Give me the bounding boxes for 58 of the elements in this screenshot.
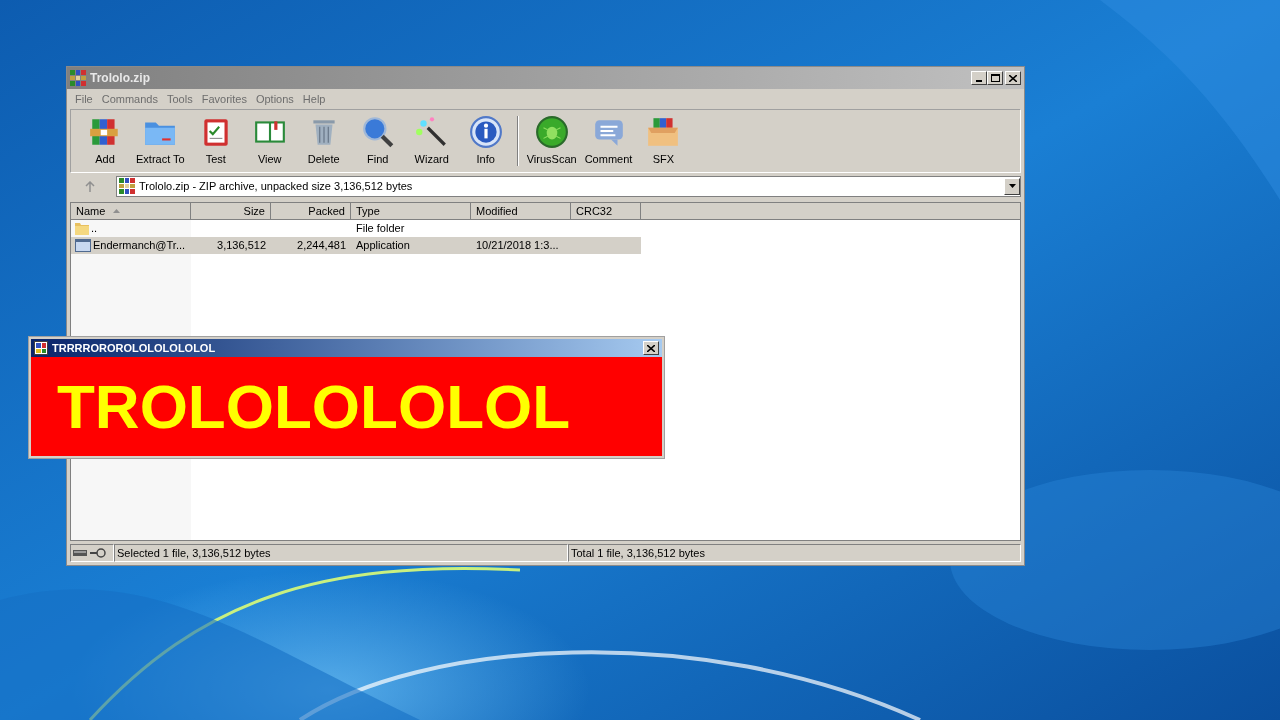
table-cell-text: 3,136,512 xyxy=(217,238,266,254)
folder-icon xyxy=(75,222,89,235)
toolbar-button[interactable]: View xyxy=(243,113,296,169)
message-text: TROLOLOLOLOL xyxy=(57,375,571,438)
table-cell-text: Application xyxy=(356,238,410,254)
toolbar-button[interactable]: Comment xyxy=(581,113,636,169)
maximize-button[interactable] xyxy=(987,71,1003,85)
close-icon xyxy=(1009,74,1017,82)
app-icon xyxy=(70,70,86,86)
window-title: Trololo.zip xyxy=(90,70,150,87)
column-header[interactable]: Type xyxy=(351,203,471,220)
window-title: TRRRROROROLOLOLOLOLOL xyxy=(52,340,216,356)
bug-icon xyxy=(534,115,569,149)
table-cell-text: 2,244,481 xyxy=(297,238,346,254)
column-header[interactable]: Name xyxy=(71,203,191,220)
toolbar-button[interactable]: VirusScan xyxy=(523,113,580,169)
application-icon xyxy=(75,239,91,252)
table-cell-text: .. xyxy=(91,221,98,237)
drive-icon xyxy=(73,550,87,556)
toolbar-button[interactable]: Info xyxy=(459,113,512,169)
table-cell-text: 10/21/2018 1:3... xyxy=(476,238,559,254)
box-icon xyxy=(646,115,681,149)
dropdown-button[interactable] xyxy=(1004,177,1020,195)
info-icon xyxy=(468,115,503,149)
table-cell-text: Endermanch@Tr... xyxy=(93,238,186,254)
app-icon xyxy=(34,341,48,355)
toolbar-button[interactable]: Wizard xyxy=(405,113,458,169)
menu-item[interactable]: Commands xyxy=(101,90,158,108)
toolbar-button[interactable]: SFX xyxy=(637,113,690,169)
toolbar-button[interactable]: Test xyxy=(189,113,242,169)
status-text: Total 1 file, 3,136,512 bytes xyxy=(568,544,1021,562)
menu-item[interactable]: Options xyxy=(255,90,294,108)
column-header[interactable]: Packed xyxy=(271,203,351,220)
sort-arrow-icon xyxy=(113,209,121,213)
minimize-button[interactable] xyxy=(971,71,987,85)
column-header[interactable]: Size xyxy=(191,203,271,220)
address-field[interactable]: Trololo.zip - ZIP archive, unpacked size 3,136,512 bytes xyxy=(116,175,1021,197)
toolbar-button[interactable]: Add xyxy=(79,113,131,169)
menu-item[interactable]: Tools xyxy=(167,90,193,108)
wand-icon xyxy=(414,115,449,149)
close-icon xyxy=(647,344,655,352)
column-header[interactable]: Modified xyxy=(471,203,571,220)
caret-icon xyxy=(1008,184,1016,188)
close-button[interactable] xyxy=(1005,71,1021,85)
menu-item[interactable]: Favorites xyxy=(201,90,247,108)
file-row[interactable]: .. File folder xyxy=(71,220,641,237)
toolbar-button[interactable]: Extract To xyxy=(133,113,188,169)
column-header[interactable]: CRC32 xyxy=(571,203,641,220)
up-arrow-icon xyxy=(85,180,95,192)
status-text: Selected 1 file, 3,136,512 bytes xyxy=(114,544,568,562)
key-icon xyxy=(90,548,106,558)
archive-icon xyxy=(119,178,135,194)
toolbar-button[interactable]: Delete xyxy=(297,113,350,169)
close-button[interactable] xyxy=(643,341,659,355)
selected-row[interactable]: Endermanch@Tr... 3,136,512 2,244,481 Application 10/21/2018 1:3... xyxy=(71,237,641,254)
table-cell-text: File folder xyxy=(356,221,405,237)
magnifier-icon xyxy=(360,115,395,149)
toolbar-button[interactable]: Find xyxy=(351,113,404,169)
